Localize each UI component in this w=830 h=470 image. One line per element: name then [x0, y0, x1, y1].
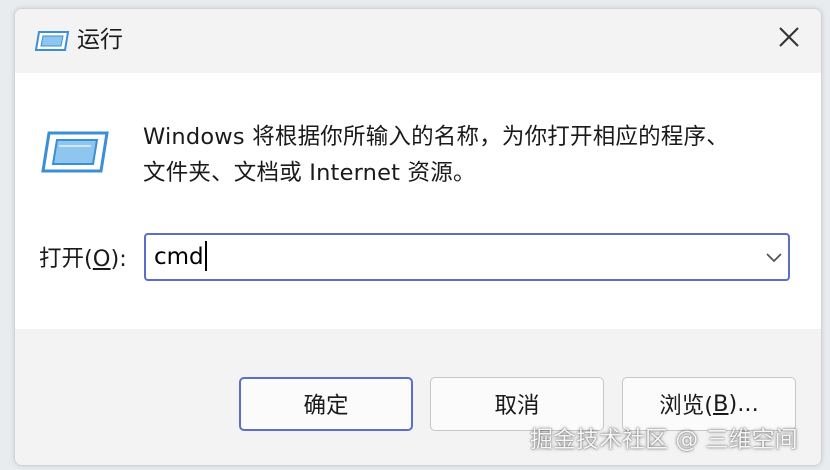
browse-label-prefix: 浏览( — [659, 393, 714, 419]
open-label-suffix: ): — [110, 246, 127, 272]
ok-button-label: 确定 — [303, 393, 349, 419]
chevron-down-icon[interactable] — [764, 249, 784, 265]
run-app-icon — [41, 129, 111, 175]
open-combobox[interactable]: cmd — [144, 233, 790, 281]
browse-label-accelerator: B — [713, 391, 729, 417]
title-bar[interactable]: 运行 — [15, 9, 821, 73]
open-field-label: 打开(O): — [39, 239, 127, 279]
description-line-1: Windows 将根据你所输入的名称，为你打开相应的程序、 — [143, 124, 729, 150]
cancel-button[interactable]: 取消 — [430, 377, 604, 431]
cancel-button-label: 取消 — [494, 393, 540, 419]
watermark: 掘金技术社区 @ 三维空间 — [530, 427, 798, 453]
dialog-content: Windows 将根据你所输入的名称，为你打开相应的程序、 文件夹、文档或 In… — [15, 73, 821, 329]
browse-label-suffix: )... — [728, 391, 759, 417]
browse-button[interactable]: 浏览(B)... — [622, 377, 796, 431]
window-title: 运行 — [77, 27, 123, 53]
open-label-prefix: 打开( — [39, 246, 93, 272]
text-cursor — [204, 240, 207, 271]
run-app-icon — [34, 29, 71, 53]
close-button[interactable] — [767, 19, 811, 59]
open-input[interactable]: cmd — [154, 240, 207, 273]
open-input-value: cmd — [154, 244, 204, 270]
open-label-accelerator: O — [92, 246, 111, 272]
dialog-description: Windows 将根据你所输入的名称，为你打开相应的程序、 文件夹、文档或 In… — [143, 119, 793, 191]
description-line-2: 文件夹、文档或 Internet 资源。 — [143, 160, 476, 186]
ok-button[interactable]: 确定 — [239, 377, 413, 431]
close-icon — [778, 26, 800, 52]
run-dialog: 运行 Windows 将根据你所输入的名称，为你打开相应的程序、 文件夹、文档或… — [14, 8, 822, 466]
